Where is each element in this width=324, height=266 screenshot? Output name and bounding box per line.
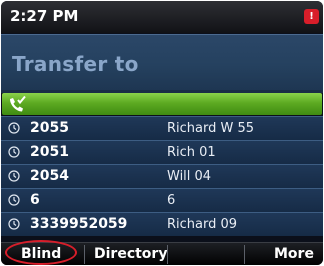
- more-softkey[interactable]: More: [274, 246, 314, 262]
- clock-icon: [8, 170, 20, 182]
- clock-icon: [8, 218, 20, 230]
- list-item[interactable]: 3339952059 Richard 09: [1, 212, 323, 236]
- call-number: 3339952059: [30, 216, 128, 232]
- call-name: Rich 01: [167, 145, 216, 160]
- call-number: 2055: [30, 120, 69, 136]
- clock-icon: [8, 146, 20, 158]
- call-number: 2051: [30, 144, 69, 160]
- list-item[interactable]: 2054 Will 04: [1, 164, 323, 188]
- phone-check-icon: [10, 95, 26, 112]
- directory-softkey[interactable]: Directory: [94, 246, 167, 262]
- clock-icon: [8, 122, 20, 134]
- transfer-number-input[interactable]: [2, 93, 322, 115]
- blind-highlight-circle: [5, 240, 77, 265]
- list-item[interactable]: 2055 Richard W 55: [1, 116, 323, 140]
- phone-screen: 2:27 PM ! Transfer to 2055 Richard W 55 …: [1, 1, 323, 265]
- softkey-divider: [244, 245, 245, 264]
- list-item[interactable]: 2051 Rich 01: [1, 140, 323, 164]
- call-number: 2054: [30, 168, 69, 184]
- list-item[interactable]: 6 6: [1, 188, 323, 212]
- page-title: Transfer to: [12, 52, 139, 76]
- clock-icon: [8, 194, 20, 206]
- call-name: Will 04: [167, 169, 212, 184]
- clock-time: 2:27 PM: [10, 7, 79, 25]
- call-number: 6: [30, 192, 40, 208]
- page-header: Transfer to: [1, 34, 323, 91]
- alert-icon[interactable]: !: [304, 9, 319, 24]
- softkey-divider: [167, 245, 168, 264]
- status-bar: 2:27 PM !: [1, 1, 323, 33]
- softkey-divider: [84, 245, 85, 264]
- call-name: Richard W 55: [167, 121, 255, 136]
- call-name: 6: [167, 193, 176, 208]
- call-name: Richard 09: [167, 217, 238, 232]
